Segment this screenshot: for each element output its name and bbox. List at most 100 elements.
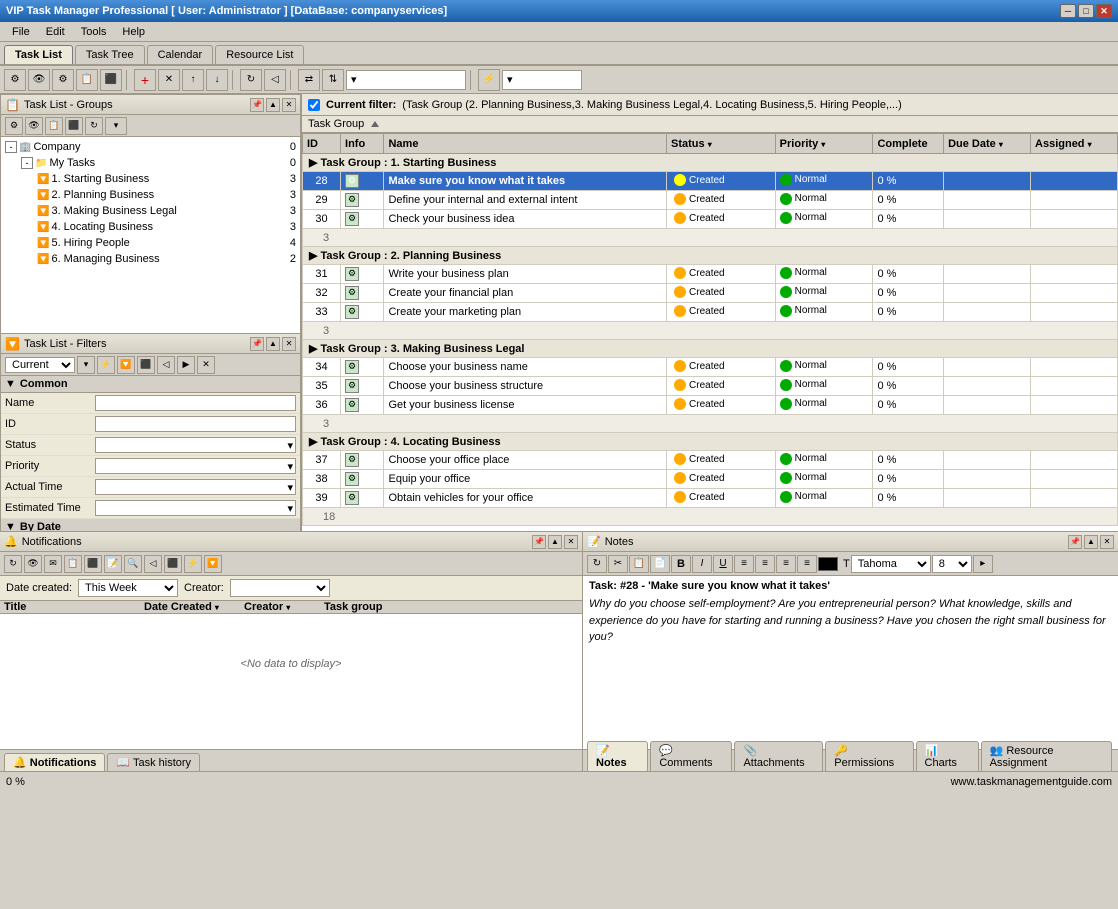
filter-btn-7[interactable]: ✕ — [197, 356, 215, 374]
menu-file[interactable]: File — [4, 24, 38, 40]
toolbar-btn-refresh[interactable]: ↻ — [240, 69, 262, 91]
date-created-select[interactable]: This Week — [78, 579, 178, 597]
filter-btn-3[interactable]: 🔽 — [117, 356, 135, 374]
filter-btn-4[interactable]: ⬛ — [137, 356, 155, 374]
tree-expand-company[interactable]: - — [5, 141, 17, 153]
notes-pin-btn[interactable]: 📌 — [1068, 535, 1082, 549]
close-button[interactable]: ✕ — [1096, 4, 1112, 18]
notes-tab-notes[interactable]: 📝 Notes — [587, 741, 648, 771]
tree-item-2[interactable]: 🔽 2. Planning Business 3 — [3, 187, 298, 203]
notes-btn-1[interactable]: ↻ — [587, 555, 607, 573]
menu-tools[interactable]: Tools — [73, 24, 115, 40]
col-name[interactable]: Name — [384, 134, 667, 154]
color-picker[interactable] — [818, 557, 838, 571]
filter-btn-5[interactable]: ◁ — [157, 356, 175, 374]
filter-btn-6[interactable]: ▶ — [177, 356, 195, 374]
task-info-btn[interactable]: ⚙ — [345, 267, 359, 281]
filter-status-dropdown[interactable]: ▾ — [95, 437, 296, 453]
table-row[interactable]: 33⚙Create your marketing planCreatedNorm… — [303, 303, 1118, 322]
toolbar-btn-delete[interactable]: ✕ — [158, 69, 180, 91]
notif-btn-3[interactable]: ✉ — [44, 555, 62, 573]
table-row[interactable]: 35⚙Choose your business structureCreated… — [303, 377, 1118, 396]
notes-tab-resource[interactable]: 👥 Resource Assignment — [981, 741, 1112, 771]
filter-id-input[interactable] — [95, 416, 296, 432]
filters-close-btn[interactable]: ✕ — [282, 337, 296, 351]
duedate-sort-icon[interactable]: ▾ — [999, 140, 1003, 149]
col-id[interactable]: ID — [303, 134, 341, 154]
tree-item-company[interactable]: - 🏢 Company 0 — [3, 139, 298, 155]
notif-btn-9[interactable]: ⬛ — [164, 555, 182, 573]
notif-btn-10[interactable]: ⚡ — [184, 555, 202, 573]
filter-estimatedtime-dropdown[interactable]: ▾ — [95, 500, 296, 516]
creator-sort-icon[interactable]: ▾ — [286, 603, 290, 612]
task-info-btn[interactable]: ⚙ — [345, 453, 359, 467]
notes-btn-list[interactable]: ≡ — [797, 555, 817, 573]
table-row[interactable]: 32⚙Create your financial planCreatedNorm… — [303, 284, 1118, 303]
col-priority[interactable]: Priority ▾ — [775, 134, 873, 154]
task-table[interactable]: ID Info Name Status ▾ Priority ▾ Complet… — [302, 133, 1118, 531]
tree-item-3[interactable]: 🔽 3. Making Business Legal 3 — [3, 203, 298, 219]
toolbar-btn-left[interactable]: ◁ — [264, 69, 286, 91]
col-info[interactable]: Info — [341, 134, 384, 154]
notif-btn-2[interactable]: 👁 — [24, 555, 42, 573]
panel-up-btn[interactable]: ▲ — [266, 98, 280, 112]
notes-btn-align-left[interactable]: ≡ — [734, 555, 754, 573]
col-assigned[interactable]: Assigned ▾ — [1031, 134, 1118, 154]
table-row[interactable]: 37⚙Choose your office placeCreatedNormal… — [303, 451, 1118, 470]
priority-sort-icon[interactable]: ▾ — [821, 140, 825, 149]
notes-btn-paste[interactable]: 📄 — [650, 555, 670, 573]
notes-btn-copy[interactable]: 📋 — [629, 555, 649, 573]
notes-tab-charts[interactable]: 📊 Charts — [916, 741, 979, 771]
filter-checkbox[interactable] — [308, 99, 320, 111]
notif-btn-6[interactable]: 📝 — [104, 555, 122, 573]
task-info-btn[interactable]: ⚙ — [345, 379, 359, 393]
tree-btn-4[interactable]: ⬛ — [65, 117, 83, 135]
notif-btn-11[interactable]: 🔽 — [204, 555, 222, 573]
task-info-btn[interactable]: ⚙ — [345, 286, 359, 300]
task-info-btn[interactable]: ⚙ — [345, 360, 359, 374]
tree-btn-3[interactable]: 📋 — [45, 117, 63, 135]
panel-close-btn[interactable]: ✕ — [282, 98, 296, 112]
status-sort-icon[interactable]: ▾ — [708, 140, 712, 149]
task-info-btn[interactable]: ⚙ — [345, 193, 359, 207]
table-row[interactable]: 38⚙Equip your officeCreatedNormal0 % — [303, 470, 1118, 489]
col-duedate[interactable]: Due Date ▾ — [944, 134, 1031, 154]
filter-actualtime-dropdown[interactable]: ▾ — [95, 479, 296, 495]
notes-btn-align-center[interactable]: ≡ — [755, 555, 775, 573]
table-row[interactable]: 39⚙Obtain vehicles for your officeCreate… — [303, 489, 1118, 508]
col-status[interactable]: Status ▾ — [667, 134, 776, 154]
fontsize-select[interactable]: 8 — [932, 555, 972, 573]
filter-priority-dropdown[interactable]: ▾ — [95, 458, 296, 474]
tab-resource-list[interactable]: Resource List — [215, 45, 304, 64]
tree-item-5[interactable]: 🔽 5. Hiring People 4 — [3, 235, 298, 251]
notes-close-btn[interactable]: ✕ — [1100, 535, 1114, 549]
filters-up-btn[interactable]: ▲ — [266, 337, 280, 351]
tab-task-tree[interactable]: Task Tree — [75, 45, 145, 64]
notes-btn-more[interactable]: ▸ — [973, 555, 993, 573]
creator-select[interactable] — [230, 579, 330, 597]
current-filter-select[interactable]: Current — [5, 357, 75, 373]
notif-sort-icon[interactable]: ▾ — [215, 603, 219, 612]
toolbar-btn-4[interactable]: 📋 — [76, 69, 98, 91]
menu-edit[interactable]: Edit — [38, 24, 73, 40]
notes-btn-align-right[interactable]: ≡ — [776, 555, 796, 573]
toolbar-btn-up[interactable]: ↑ — [182, 69, 204, 91]
notif-pin-btn[interactable]: 📌 — [532, 535, 546, 549]
task-info-btn[interactable]: ⚙ — [345, 212, 359, 226]
task-info-btn[interactable]: ⚙ — [345, 491, 359, 505]
notes-btn-cut[interactable]: ✂ — [608, 555, 628, 573]
toolbar-btn-1[interactable]: ⚙ — [4, 69, 26, 91]
toolbar-btn-arrows[interactable]: ⇄ — [298, 69, 320, 91]
notif-btn-1[interactable]: ↻ — [4, 555, 22, 573]
toolbar-btn-sort[interactable]: ⇅ — [322, 69, 344, 91]
task-info-btn[interactable]: ⚙ — [345, 174, 359, 188]
toolbar-btn-filter1[interactable]: ⚡ — [478, 69, 500, 91]
task-info-btn[interactable]: ⚙ — [345, 472, 359, 486]
col-complete[interactable]: Complete — [873, 134, 944, 154]
table-row[interactable]: 28⚙Make sure you know what it takesCreat… — [303, 172, 1118, 191]
notes-tab-permissions[interactable]: 🔑 Permissions — [825, 741, 913, 771]
notif-tab-notifications[interactable]: 🔔 Notifications — [4, 753, 105, 771]
toolbar-btn-down[interactable]: ↓ — [206, 69, 228, 91]
toolbar-btn-3[interactable]: ⚙ — [52, 69, 74, 91]
table-row[interactable]: 31⚙Write your business planCreatedNormal… — [303, 265, 1118, 284]
